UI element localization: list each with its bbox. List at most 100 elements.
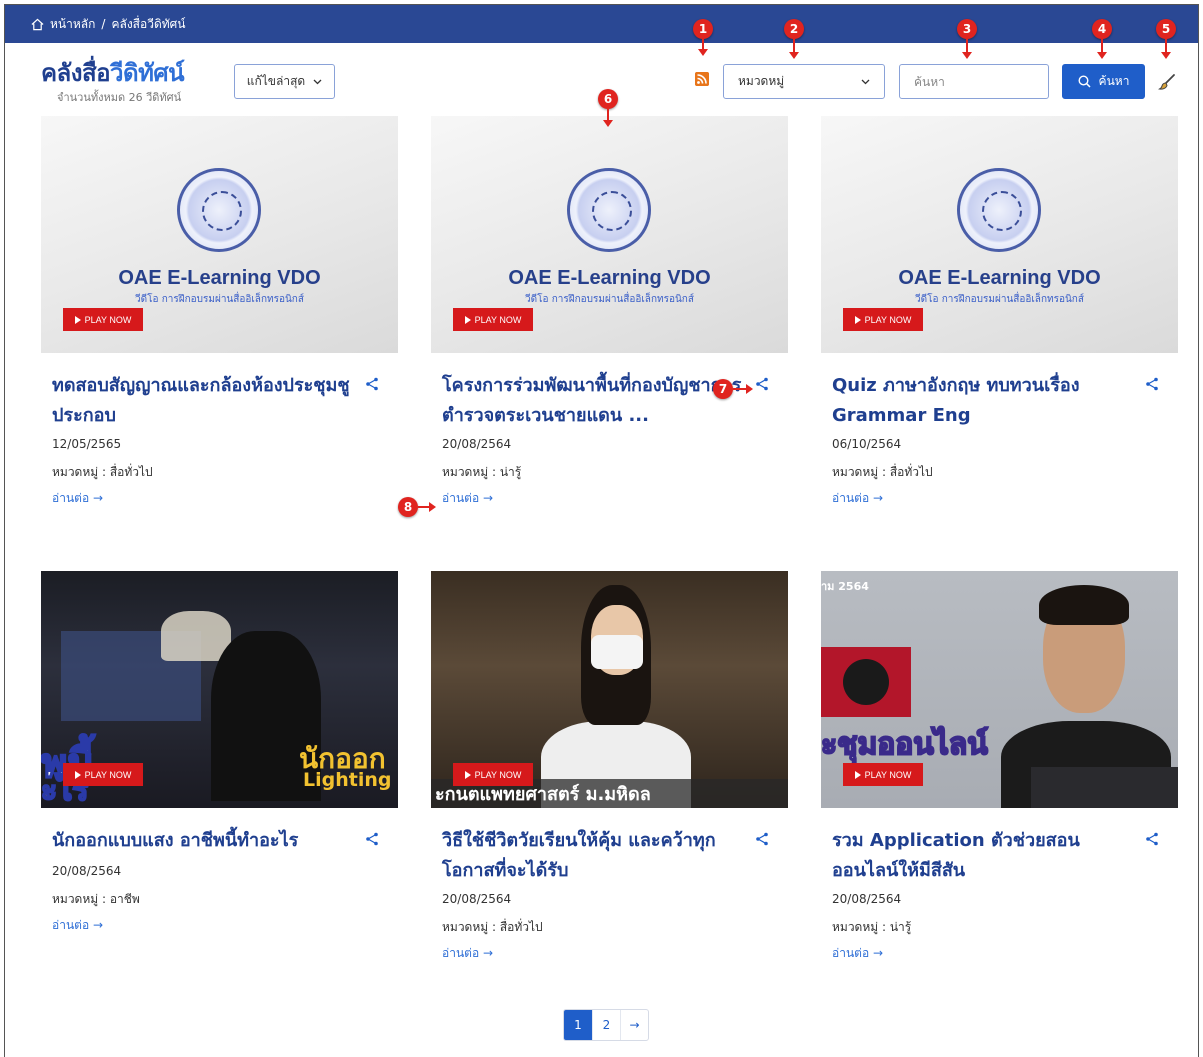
video-thumbnail[interactable]: พนี้ ะไร นักออก Lighting PLAY NOW: [41, 571, 398, 808]
play-now-badge[interactable]: PLAY NOW: [843, 763, 923, 786]
play-now-label: PLAY NOW: [474, 769, 522, 780]
video-card[interactable]: ะกนตแพทยศาสตร์ ม.มหิดล PLAY NOW วิธีใช้ช…: [431, 571, 788, 978]
play-icon: [74, 315, 81, 324]
thumbnail-title: OAE E-Learning VDO: [118, 267, 321, 289]
annotation-arrow-5: [1165, 39, 1167, 53]
read-more-link[interactable]: อ่านต่อ →: [52, 916, 103, 935]
card-title[interactable]: Quiz ภาษาอังกฤษ ทบทวนเรื่อง Grammar Eng: [832, 371, 1132, 431]
category-select[interactable]: หมวดหมู่: [723, 64, 885, 99]
thumbnail-mask: [591, 635, 643, 669]
card-title[interactable]: นักออกแบบแสง อาชีพนี้ทำอะไร: [52, 826, 352, 856]
card-category: หมวดหมู่ : สื่อทั่วไป: [52, 465, 153, 479]
home-icon[interactable]: [31, 18, 44, 31]
thumbnail-overlay-text: าม 2564: [821, 580, 869, 593]
share-icon[interactable]: [1145, 377, 1159, 391]
annotation-arrowhead-3: [962, 52, 972, 59]
play-icon: [74, 770, 81, 779]
thumbnail-title: OAE E-Learning VDO: [898, 267, 1101, 289]
share-icon[interactable]: [365, 832, 379, 846]
thumbnail-subtitle: วีดีโอ การฝึกอบรมผ่านสื่ออิเล็กทรอนิกส์: [135, 294, 304, 305]
next-page-button[interactable]: →: [620, 1010, 648, 1040]
page-2-button[interactable]: 2: [592, 1010, 620, 1040]
card-date: 20/08/2564: [442, 892, 512, 906]
breadcrumb-home-link[interactable]: หน้าหลัก: [50, 15, 95, 34]
brush-icon[interactable]: [1158, 73, 1176, 91]
play-now-badge[interactable]: PLAY NOW: [843, 308, 923, 331]
card-category: หมวดหมู่ : อาชีพ: [52, 892, 140, 906]
video-thumbnail[interactable]: OAE E-Learning VDO วีดีโอ การฝึกอบรมผ่าน…: [431, 116, 788, 353]
annotation-marker-4: 4: [1092, 19, 1112, 39]
play-now-badge[interactable]: PLAY NOW: [453, 308, 533, 331]
share-icon[interactable]: [755, 377, 769, 391]
video-card[interactable]: OAE E-Learning VDO วีดีโอ การฝึกอบรมผ่าน…: [41, 116, 398, 523]
annotation-arrowhead-6: [603, 120, 613, 127]
sort-select[interactable]: แก้ไขล่าสุด: [234, 64, 335, 99]
share-icon[interactable]: [365, 377, 379, 391]
search-button-label: ค้นหา: [1098, 74, 1130, 88]
read-more-link[interactable]: อ่านต่อ →: [52, 489, 103, 508]
play-icon: [854, 770, 861, 779]
video-thumbnail[interactable]: าม 2564 ะชุมออนไลน์ PLAY NOW: [821, 571, 1178, 808]
play-now-badge[interactable]: PLAY NOW: [63, 763, 143, 786]
play-icon: [854, 315, 861, 324]
video-thumbnail[interactable]: ะกนตแพทยศาสตร์ ม.มหิดล PLAY NOW: [431, 571, 788, 808]
read-more-link[interactable]: อ่านต่อ →: [832, 944, 883, 963]
annotation-arrowhead-7: [746, 384, 753, 394]
rss-icon[interactable]: [695, 72, 709, 86]
breadcrumb: หน้าหลัก / คลังสื่อวีดิทัศน์: [5, 5, 1198, 43]
search-input[interactable]: [899, 64, 1049, 99]
play-now-label: PLAY NOW: [84, 769, 132, 780]
oae-seal-logo: [177, 168, 261, 252]
annotation-arrowhead-4: [1097, 52, 1107, 59]
annotation-arrowhead-2: [789, 52, 799, 59]
video-thumbnail[interactable]: OAE E-Learning VDO วีดีโอ การฝึกอบรมผ่าน…: [41, 116, 398, 353]
thumbnail-title: OAE E-Learning VDO: [508, 267, 711, 289]
card-date: 06/10/2564: [832, 437, 902, 451]
oae-seal-logo: [957, 168, 1041, 252]
annotation-arrow-3: [966, 39, 968, 53]
share-icon[interactable]: [755, 832, 769, 846]
annotation-marker-2: 2: [784, 19, 804, 39]
video-thumbnail[interactable]: OAE E-Learning VDO วีดีโอ การฝึกอบรมผ่าน…: [821, 116, 1178, 353]
thumbnail-subtitle: วีดีโอ การฝึกอบรมผ่านสื่ออิเล็กทรอนิกส์: [915, 294, 1084, 305]
annotation-marker-6: 6: [598, 89, 618, 109]
breadcrumb-separator: /: [101, 17, 106, 31]
oae-seal-logo: [567, 168, 651, 252]
video-card[interactable]: OAE E-Learning VDO วีดีโอ การฝึกอบรมผ่าน…: [431, 116, 788, 523]
page-title-main: คลังสื่อ: [41, 59, 111, 87]
card-category: หมวดหมู่ : สื่อทั่วไป: [442, 920, 543, 934]
video-count: จำนวนทั้งหมด 26 วีดิทัศน์: [57, 91, 182, 104]
card-title[interactable]: วิธีใช้ชีวิตวัยเรียนให้คุ้ม และคว้าทุกโอ…: [442, 826, 742, 886]
card-category: หมวดหมู่ : สื่อทั่วไป: [832, 465, 933, 479]
annotation-marker-7: 7: [713, 379, 733, 399]
video-card[interactable]: OAE E-Learning VDO วีดีโอ การฝึกอบรมผ่าน…: [821, 116, 1178, 523]
read-more-link[interactable]: อ่านต่อ →: [442, 489, 493, 508]
play-now-label: PLAY NOW: [864, 314, 912, 325]
pagination: 1 2 →: [563, 1009, 649, 1041]
share-icon[interactable]: [1145, 832, 1159, 846]
annotation-arrowhead-8: [429, 502, 436, 512]
play-now-badge[interactable]: PLAY NOW: [453, 763, 533, 786]
card-title[interactable]: รวม Application ตัวช่วยสอนออนไลน์ให้มีสี…: [832, 826, 1132, 886]
thumbnail-overlay-text: Lighting: [303, 769, 392, 791]
video-card[interactable]: าม 2564 ะชุมออนไลน์ PLAY NOW รวม Applica…: [821, 571, 1178, 978]
page-1-button[interactable]: 1: [564, 1010, 592, 1040]
video-card[interactable]: พนี้ ะไร นักออก Lighting PLAY NOW นักออก…: [41, 571, 398, 978]
annotation-marker-3: 3: [957, 19, 977, 39]
search-button[interactable]: ค้นหา: [1062, 64, 1145, 99]
thumbnail-lamp: [161, 611, 231, 661]
card-title[interactable]: ทดสอบสัญญาณและกล้องห้องประชุมชูประกอบ: [52, 371, 352, 431]
card-date: 20/08/2564: [52, 864, 122, 878]
play-now-label: PLAY NOW: [864, 769, 912, 780]
search-icon: [1078, 75, 1091, 88]
read-more-link[interactable]: อ่านต่อ →: [832, 489, 883, 508]
card-title[interactable]: โครงการร่วมพัฒนาพื้นที่กองบัญชาการตำรวจต…: [442, 371, 742, 431]
thumbnail-overlay-text: ะชุมออนไลน์: [821, 726, 989, 763]
annotation-marker-8: 8: [398, 497, 418, 517]
annotation-arrowhead-5: [1161, 52, 1171, 59]
card-date: 20/08/2564: [832, 892, 902, 906]
breadcrumb-current: คลังสื่อวีดิทัศน์: [111, 16, 186, 31]
play-now-badge[interactable]: PLAY NOW: [63, 308, 143, 331]
card-date: 20/08/2564: [442, 437, 512, 451]
read-more-link[interactable]: อ่านต่อ →: [442, 944, 493, 963]
